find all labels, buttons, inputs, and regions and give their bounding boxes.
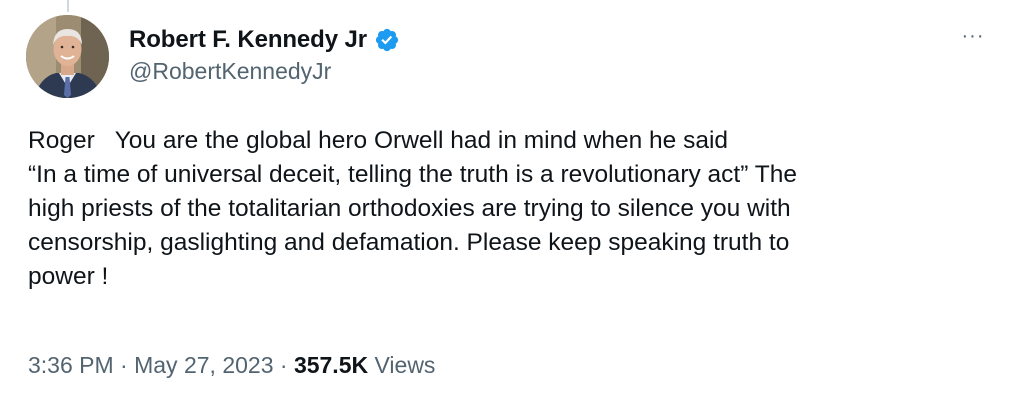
profile-photo	[26, 15, 109, 98]
avatar[interactable]	[26, 15, 109, 98]
meta-separator: ·	[113, 352, 135, 378]
author-name-row: Robert F. Kennedy Jr	[129, 23, 400, 57]
author-display-name[interactable]: Robert F. Kennedy Jr	[129, 26, 367, 54]
views-label: Views	[368, 352, 436, 378]
more-options-icon[interactable]: ···	[955, 24, 991, 48]
thread-connector-line	[67, 0, 69, 12]
tweet-meta: 3:36 PM · May 27, 2023 · 357.5K Views	[28, 352, 435, 379]
tweet-date[interactable]: May 27, 2023	[134, 352, 273, 378]
verified-badge-icon[interactable]	[374, 27, 400, 53]
meta-separator: ·	[273, 352, 294, 378]
tweet-text: Roger You are the global hero Orwell had…	[28, 127, 797, 290]
views-count: 357.5K	[293, 352, 369, 378]
author-handle[interactable]: @RobertKennedyJr	[129, 58, 331, 85]
tweet-time[interactable]: 3:36 PM	[28, 352, 114, 378]
